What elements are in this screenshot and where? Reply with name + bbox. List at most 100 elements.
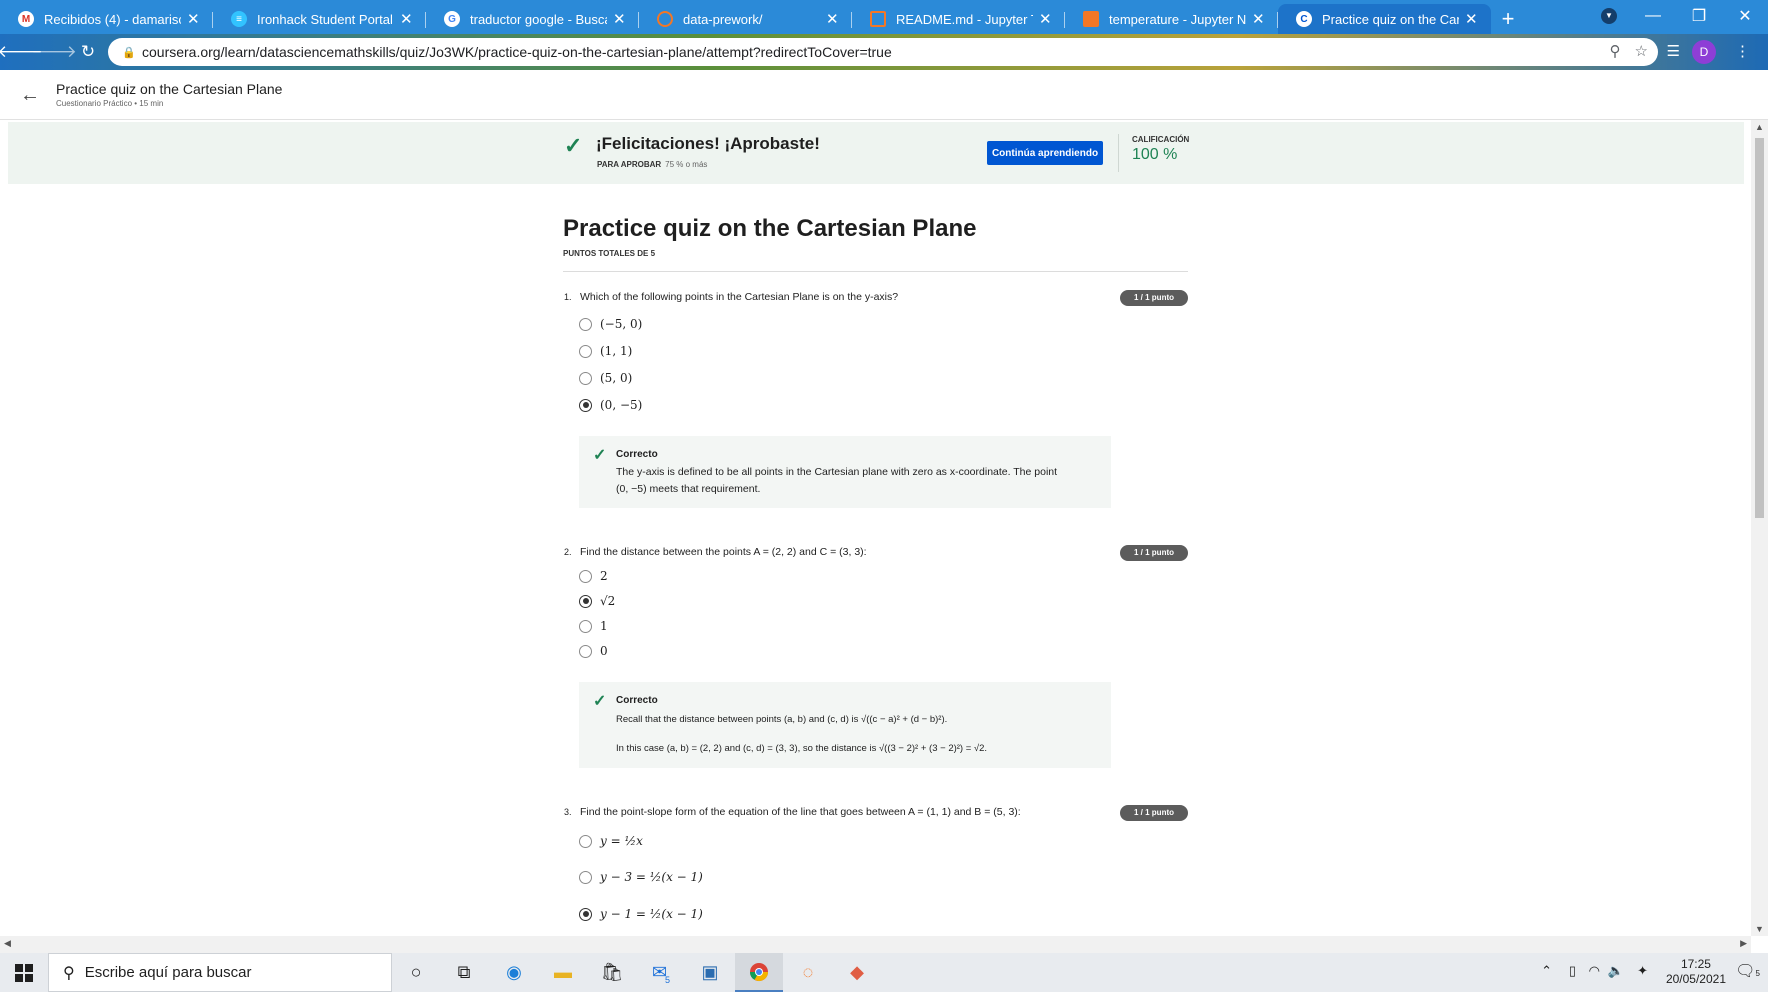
answer-option[interactable]: y = ½x [579,834,643,848]
radio-button[interactable] [579,619,592,633]
scroll-left-icon[interactable]: ◀ [4,938,11,949]
radio-button[interactable] [579,317,592,331]
edge-icon[interactable]: ◉ [490,953,538,992]
radio-button-selected[interactable] [579,398,592,412]
dropbox-icon[interactable]: ✦ [1637,963,1648,979]
radio-button[interactable] [579,371,592,385]
cortana-icon[interactable]: ○ [392,953,440,992]
close-tab-icon[interactable]: ✕ [400,10,416,28]
answer-option[interactable]: 2 [579,569,608,583]
option-label: (1, 1) [600,344,633,358]
banner-title: ¡Felicitaciones! ¡Aprobaste! [596,134,820,153]
radio-button-selected[interactable] [579,594,592,608]
answer-option[interactable]: 0 [579,644,608,658]
browser-tab[interactable]: M Recibidos (4) - damarisclaria ✕ [0,4,213,34]
answer-option[interactable]: (5, 0) [579,371,632,385]
answer-option-selected[interactable]: √2 [579,594,615,608]
notifications-icon[interactable]: 🗨5 [1735,961,1760,981]
volume-icon[interactable]: 🔈 [1608,963,1624,979]
zoom-icon[interactable]: ⚲ [1610,42,1621,60]
file-explorer-icon[interactable]: ▬ [539,953,587,992]
taskbar-search-input[interactable]: ⚲ Escribe aquí para buscar [48,953,392,992]
chevron-up-icon[interactable]: ⌃ [1541,963,1552,979]
quiz-content: Practice quiz on the Cartesian Plane PUN… [563,200,1188,272]
feedback-correct: ✓ Correcto The y-axis is defined to be a… [579,436,1111,508]
pass-value: 75 % o más [665,160,708,169]
scroll-right-icon[interactable]: ▶ [1740,938,1747,949]
radio-button[interactable] [579,569,592,583]
tab-title: Practice quiz on the Cartesia [1322,11,1459,27]
scroll-up-icon[interactable]: ▲ [1755,122,1764,132]
close-tab-icon[interactable]: ✕ [1465,10,1481,28]
feedback-title: Correcto [616,695,658,706]
search-icon: ⚲ [63,964,75,982]
gmail-icon: M [18,11,34,27]
browser-tab[interactable]: README.md - Jupyter Text E ✕ [852,4,1065,34]
option-label: y = ½x [600,834,643,848]
new-tab-button[interactable]: + [1491,4,1525,34]
bookmark-star-icon[interactable]: ☆ [1635,42,1648,60]
scroll-down-icon[interactable]: ▼ [1755,924,1764,934]
task-view-icon[interactable]: ⧉ [440,953,488,992]
answer-option[interactable]: (1, 1) [579,344,632,358]
answer-option[interactable]: y − 3 = ½(x − 1) [579,870,703,884]
wifi-icon[interactable]: ◠ [1589,963,1600,979]
store-icon[interactable]: 🛍 [588,953,636,992]
reload-icon[interactable]: ↻ [74,38,102,66]
radio-button[interactable] [579,870,592,884]
menu-icon[interactable]: ⋮ [1735,42,1750,60]
forward-icon[interactable]: 🡒 [31,38,77,66]
reading-list-icon[interactable]: ☰ [1667,42,1680,60]
feedback-text: (0, −5) meets that requirement. [616,483,761,495]
horizontal-scrollbar[interactable]: ◀ ▶ [0,936,1751,953]
git-icon[interactable]: ◆ [833,953,881,992]
radio-button[interactable] [579,834,592,848]
profile-avatar[interactable]: D [1692,40,1716,64]
total-points: PUNTOS TOTALES DE 5 [563,249,656,258]
tab-search-icon[interactable]: ▼ [1586,0,1632,32]
close-tab-icon[interactable]: ✕ [1252,10,1268,28]
feedback-text: In this case (a, b) = (2, 2) and (c, d) … [616,743,988,754]
browser-tab[interactable]: G traductor google - Buscar co ✕ [426,4,639,34]
question-number: 1. [564,292,572,302]
close-tab-icon[interactable]: ✕ [1039,10,1055,28]
answer-option[interactable]: (−5, 0) [579,317,642,331]
lock-icon[interactable]: 🔒 [122,46,136,59]
browser-tab[interactable]: ≡ Ironhack Student Portal ✕ [213,4,426,34]
close-tab-icon[interactable]: ✕ [613,10,629,28]
browser-tab-active[interactable]: C Practice quiz on the Cartesia ✕ [1278,4,1491,34]
jupyter-icon [1083,11,1099,27]
battery-icon[interactable]: ▯ [1569,963,1576,979]
browser-tab[interactable]: data-prework/ ✕ [639,4,852,34]
vertical-scrollbar[interactable]: ▲ ▼ [1751,120,1768,936]
address-bar[interactable]: 🔒 coursera.org/learn/datasciencemathskil… [108,38,1658,66]
continue-learning-button[interactable]: Continúa aprendiendo [987,141,1103,165]
grade-value: 100 % [1132,146,1178,163]
mail-icon[interactable]: ✉ 5 [637,953,685,992]
browser-tab[interactable]: temperature - Jupyter Notel ✕ [1065,4,1278,34]
answer-option[interactable]: 1 [579,619,608,633]
minimize-icon[interactable]: — [1630,0,1676,32]
back-arrow-icon[interactable]: ← [20,84,40,107]
close-tab-icon[interactable]: ✕ [826,10,842,28]
question-number: 3. [564,807,572,817]
answer-option-selected[interactable]: (0, −5) [579,398,642,412]
header-title: Practice quiz on the Cartesian Plane [56,81,283,97]
close-window-icon[interactable]: ✕ [1722,0,1768,32]
back-icon[interactable]: 🡐 [0,38,43,66]
answer-option-selected[interactable]: y − 1 = ½(x − 1) [579,907,703,921]
photos-icon[interactable]: ▣ [686,953,734,992]
chrome-icon[interactable] [735,953,783,992]
option-label: 1 [600,619,608,633]
scrollbar-thumb[interactable] [1755,138,1764,518]
radio-button[interactable] [579,344,592,358]
restore-icon[interactable]: ❐ [1676,0,1722,32]
jupyter-icon[interactable]: ◌ [784,953,832,992]
close-tab-icon[interactable]: ✕ [187,10,203,28]
tab-title: traductor google - Buscar co [470,11,607,27]
radio-button-selected[interactable] [579,907,592,921]
windows-start-icon[interactable] [0,953,48,992]
system-clock[interactable]: 17:25 20/05/2021 [1666,957,1726,987]
radio-button[interactable] [579,644,592,658]
search-placeholder: Escribe aquí para buscar [84,964,252,981]
